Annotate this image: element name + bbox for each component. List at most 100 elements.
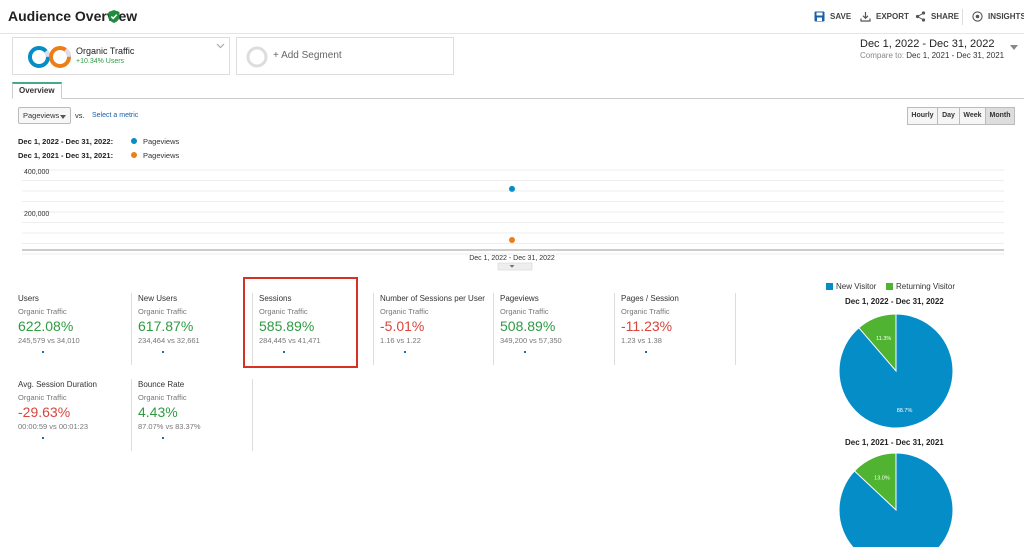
- metric-card-bounce-rate[interactable]: Bounce Rate Organic Traffic 4.43% 87.07%…: [138, 380, 256, 460]
- card-divider: [735, 293, 736, 365]
- segment-delta: +10.34% Users: [76, 58, 125, 65]
- add-segment-button[interactable]: + Add Segment: [236, 37, 454, 75]
- metric-card-pageviews[interactable]: Pageviews Organic Traffic 508.89% 349,20…: [500, 294, 618, 374]
- y-tick-200000: 200,000: [24, 211, 49, 218]
- segment-donut-icon: [28, 46, 71, 68]
- pageviews-chart: 400,000 200,000 Dec 1, 2022 - Dec 31, 20…: [22, 169, 1004, 271]
- granularity-month[interactable]: Month: [985, 107, 1015, 125]
- date-chevron-down-icon[interactable]: [1010, 45, 1018, 50]
- metric-segment: Organic Traffic: [621, 307, 670, 316]
- legend-metric-current: Pageviews: [143, 137, 180, 146]
- metric-select-value: Pageviews: [23, 111, 60, 120]
- metric-compare: 1.16 vs 1.22: [380, 336, 421, 345]
- metric-compare: 1.23 vs 1.38: [621, 336, 662, 345]
- insights-button[interactable]: INSIGHTS: [972, 11, 1024, 22]
- save-icon: [814, 11, 825, 22]
- verified-shield-icon: [108, 10, 120, 23]
- metric-value: 617.87%: [138, 318, 194, 334]
- download-icon: [860, 12, 871, 22]
- share-button[interactable]: SHARE: [915, 11, 959, 22]
- toolbar-divider: [962, 9, 963, 25]
- pie-label-new: 88.7%: [897, 408, 913, 414]
- metric-value: -11.23%: [621, 318, 673, 334]
- metric-label: New Users: [138, 294, 178, 303]
- legend-range-current: Dec 1, 2022 - Dec 31, 2022:: [18, 137, 114, 146]
- metric-card-sessions-per-user[interactable]: Number of Sessions per User Organic Traf…: [380, 294, 498, 374]
- date-range-picker[interactable]: Dec 1, 2022 - Dec 31, 2022: [860, 38, 995, 50]
- metric-sparkline: [524, 351, 526, 353]
- chevron-down-icon: [60, 115, 66, 119]
- metric-card-pages-per-session[interactable]: Pages / Session Organic Traffic -11.23% …: [621, 294, 739, 374]
- x-axis-label: Dec 1, 2022 - Dec 31, 2022: [469, 255, 555, 262]
- legend-label: Returning Visitor: [896, 282, 955, 291]
- pie-legend-returning-visitor: Returning Visitor: [886, 282, 955, 291]
- tab-overview[interactable]: Overview: [12, 82, 62, 99]
- metric-segment: Organic Traffic: [138, 307, 187, 316]
- metric-segment: Organic Traffic: [18, 307, 67, 316]
- metric-compare: 87.07% vs 83.37%: [138, 422, 201, 431]
- legend-label: New Visitor: [836, 282, 877, 291]
- metric-select[interactable]: Pageviews: [18, 107, 71, 124]
- pie-label-returning: 11.3%: [876, 336, 891, 342]
- vs-label: vs.: [75, 111, 85, 120]
- metric-segment: Organic Traffic: [138, 393, 187, 402]
- metric-compare: 00:00:59 vs 00:01:23: [18, 422, 89, 431]
- legend-range-previous: Dec 1, 2021 - Dec 31, 2021:: [18, 151, 114, 160]
- metric-label: Pages / Session: [621, 294, 679, 303]
- card-divider: [373, 293, 374, 365]
- data-point-previous[interactable]: [509, 236, 515, 243]
- card-divider: [493, 293, 494, 365]
- pie-title-previous: Dec 1, 2021 - Dec 31, 2021: [845, 438, 944, 447]
- metric-card-users[interactable]: Users Organic Traffic 622.08% 245,579 vs…: [18, 294, 136, 374]
- card-divider: [131, 293, 132, 365]
- pie-title-current: Dec 1, 2022 - Dec 31, 2022: [845, 297, 944, 306]
- save-button[interactable]: SAVE: [814, 11, 851, 22]
- select-metric-link[interactable]: Select a metric: [92, 112, 138, 119]
- page-header: Audience Overview SAVE EXPORT SHARE INSI…: [0, 0, 1024, 34]
- segment-name: Organic Traffic: [76, 46, 135, 56]
- insights-icon: [972, 11, 983, 22]
- metric-sparkline: [645, 351, 647, 353]
- legend-metric-previous: Pageviews: [143, 151, 180, 160]
- metric-compare: 234,464 vs 32,661: [138, 336, 200, 345]
- tab-bar-divider: [12, 98, 1024, 99]
- card-divider: [131, 379, 132, 451]
- metric-label: Pageviews: [500, 294, 539, 303]
- metric-segment: Organic Traffic: [380, 307, 429, 316]
- metric-value: 4.43%: [138, 404, 178, 420]
- data-point-current[interactable]: [509, 185, 515, 192]
- chart-expand-handle[interactable]: [497, 262, 533, 271]
- metric-label: Number of Sessions per User: [380, 294, 485, 303]
- metric-sparkline: [42, 351, 44, 353]
- export-button[interactable]: EXPORT: [860, 11, 909, 22]
- metric-card-avg-session-duration[interactable]: Avg. Session Duration Organic Traffic -2…: [18, 380, 136, 460]
- chevron-down-icon[interactable]: [216, 43, 225, 49]
- chart-points: [509, 185, 515, 243]
- metric-value: 508.89%: [500, 318, 556, 334]
- card-divider: [252, 379, 253, 451]
- metric-label: Avg. Session Duration: [18, 380, 98, 389]
- empty-segment-circle-icon: [246, 46, 268, 68]
- legend-dot-current: [131, 138, 137, 144]
- sessions-highlight-box: [243, 277, 358, 368]
- metric-segment: Organic Traffic: [500, 307, 549, 316]
- legend-swatch: [886, 283, 893, 290]
- legend-dot-previous: [131, 152, 137, 158]
- add-segment-label: + Add Segment: [273, 50, 342, 61]
- pie-chart-current: 11.3% 88.7%: [838, 313, 954, 429]
- metric-card-new-users[interactable]: New Users Organic Traffic 617.87% 234,46…: [138, 294, 256, 374]
- metric-sparkline: [162, 351, 164, 353]
- metric-value: -5.01%: [380, 318, 425, 334]
- metric-compare: 245,579 vs 34,010: [18, 336, 80, 345]
- granularity-day[interactable]: Day: [937, 107, 960, 125]
- segment-organic-traffic[interactable]: Organic Traffic +10.34% Users: [12, 37, 230, 75]
- granularity-hourly[interactable]: Hourly: [907, 107, 938, 125]
- pie-chart-previous: 13.0%: [838, 452, 954, 547]
- metric-label: Bounce Rate: [138, 380, 185, 389]
- metric-sparkline: [404, 351, 406, 353]
- card-divider: [614, 293, 615, 365]
- metric-sparkline: [42, 437, 44, 439]
- granularity-week[interactable]: Week: [959, 107, 986, 125]
- metric-value: -29.63%: [18, 404, 71, 420]
- compare-prefix: Compare to:: [860, 51, 905, 60]
